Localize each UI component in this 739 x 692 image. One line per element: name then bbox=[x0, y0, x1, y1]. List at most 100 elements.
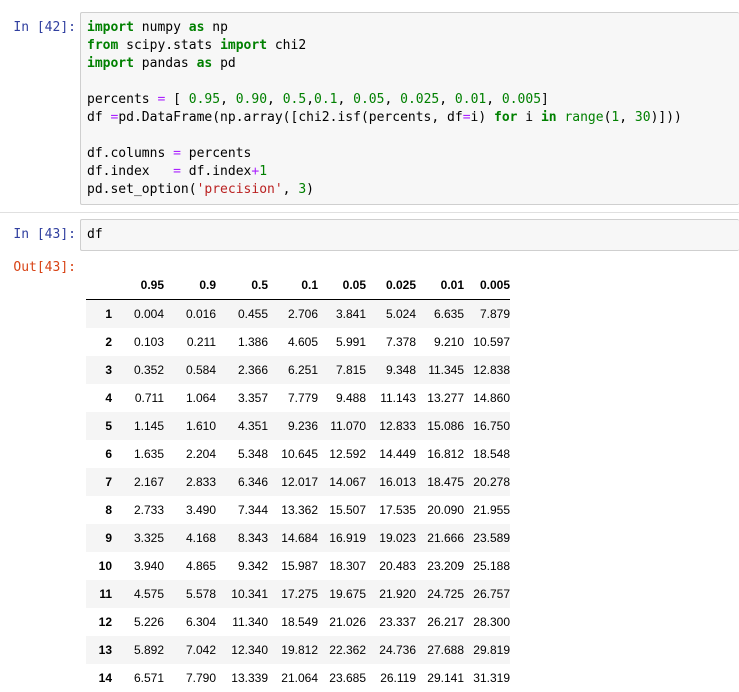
code-token: 0.95 bbox=[188, 92, 221, 107]
table-row: 12 5.226 6.304 11.340 18.549 21.026 23.337 26.2… bbox=[86, 608, 510, 636]
column-header: 0.01 bbox=[416, 270, 464, 300]
table-cell: 2.833 bbox=[185, 475, 216, 489]
row-index: 12 bbox=[98, 615, 112, 629]
table-cell: 10.341 bbox=[231, 587, 268, 601]
table-cell: 28.300 bbox=[473, 615, 510, 629]
code-token: 0.01 bbox=[454, 92, 487, 107]
cell-42-prompt: In [42]: bbox=[13, 20, 76, 35]
code-token: in bbox=[540, 110, 557, 125]
row-index: 13 bbox=[98, 643, 112, 657]
code-token: scipy.stats bbox=[118, 38, 221, 53]
table-cell: 7.344 bbox=[237, 503, 268, 517]
table-cell: 2.706 bbox=[287, 307, 318, 321]
table-row: 7 2.167 2.833 6.346 12.017 14.067 16.013 18.475… bbox=[86, 468, 510, 496]
code-token: , bbox=[337, 92, 354, 107]
table-cell: 14.684 bbox=[281, 531, 318, 545]
code-token: pd.set_option( bbox=[87, 182, 197, 197]
code-token: import bbox=[220, 38, 268, 53]
row-index: 9 bbox=[105, 531, 112, 545]
table-cell: 12.833 bbox=[379, 419, 416, 433]
table-cell: 6.346 bbox=[237, 475, 268, 489]
table-cell: 17.275 bbox=[281, 587, 318, 601]
table-cell: 11.143 bbox=[380, 391, 416, 405]
table-cell: 0.103 bbox=[133, 335, 164, 349]
code-token: np bbox=[204, 20, 228, 35]
code-token: 'precision' bbox=[196, 182, 283, 197]
table-row: 9 3.325 4.168 8.343 14.684 16.919 19.023 21.666… bbox=[86, 524, 510, 552]
table-cell: 11.070 bbox=[330, 419, 366, 433]
table-cell: 5.024 bbox=[385, 307, 416, 321]
cell-42-code-editor[interactable]: import numpy as np from scipy.stats impor… bbox=[80, 12, 739, 205]
code-token: , bbox=[619, 110, 635, 125]
code-token: = bbox=[173, 146, 181, 161]
table-cell: 11.340 bbox=[232, 615, 268, 629]
table-cell: 3.940 bbox=[133, 559, 164, 573]
cell-42-code-line bbox=[81, 73, 739, 91]
table-cell: 24.736 bbox=[379, 643, 416, 657]
code-token: range bbox=[564, 110, 604, 125]
code-token: 0.005 bbox=[501, 92, 542, 107]
code-token: , bbox=[384, 92, 401, 107]
table-cell: 10.597 bbox=[473, 335, 510, 349]
code-token: ) bbox=[306, 182, 314, 197]
table-cell: 5.578 bbox=[185, 587, 216, 601]
table-row: 4 0.711 1.064 3.357 7.779 9.488 11.143 13.277 14… bbox=[86, 384, 510, 412]
cell-43-prompt: In [43]: bbox=[13, 227, 76, 242]
table-row: 8 2.733 3.490 7.344 13.362 15.507 17.535 20.090… bbox=[86, 496, 510, 524]
column-header: 0.95 bbox=[112, 270, 164, 300]
cell-42-code-line: import numpy as np bbox=[81, 19, 739, 37]
code-token: 3 bbox=[298, 182, 307, 197]
table-cell: 0.584 bbox=[185, 363, 216, 377]
cell-42-code-line: percents = [ 0.95, 0.90, 0.5,0.1, 0.05, … bbox=[81, 91, 739, 109]
cell-42-code-line: from scipy.stats import chi2 bbox=[81, 37, 739, 55]
table-cell: 6.251 bbox=[287, 363, 318, 377]
table-cell: 18.475 bbox=[427, 475, 464, 489]
code-token: , bbox=[282, 182, 299, 197]
table-cell: 19.023 bbox=[379, 531, 416, 545]
table-cell: 12.340 bbox=[231, 643, 268, 657]
table-cell: 20.090 bbox=[427, 503, 464, 517]
table-cell: 22.362 bbox=[329, 643, 366, 657]
table-row: 11 4.575 5.578 10.341 17.275 19.675 21.920 24.7… bbox=[86, 580, 510, 608]
table-cell: 7.378 bbox=[385, 335, 416, 349]
table-cell: 21.920 bbox=[379, 587, 416, 601]
table-cell: 1.635 bbox=[133, 447, 164, 461]
table-cell: 16.919 bbox=[329, 531, 366, 545]
code-token: ] bbox=[541, 92, 549, 107]
table-cell: 18.548 bbox=[473, 447, 510, 461]
row-index: 1 bbox=[105, 307, 112, 321]
table-cell: 9.488 bbox=[335, 391, 366, 405]
table-cell: 27.688 bbox=[427, 643, 464, 657]
table-header-row: 0.95 0.9 0.5 0.1 0.05 0.025 0.01 0.005 bbox=[86, 270, 510, 300]
table-row: 14 6.571 7.790 13.339 21.064 23.685 26.119 29.1… bbox=[86, 664, 510, 692]
table-cell: 7.042 bbox=[185, 643, 216, 657]
row-index: 7 bbox=[105, 475, 112, 489]
code-token: )])) bbox=[650, 110, 682, 125]
row-index: 11 bbox=[99, 587, 112, 601]
code-token: df.columns bbox=[87, 146, 174, 161]
row-index: 2 bbox=[105, 335, 112, 349]
code-token: i bbox=[517, 110, 541, 125]
table-cell: 13.277 bbox=[427, 391, 464, 405]
cell-42-code-line: pd.set_option('precision', 3) bbox=[81, 181, 739, 199]
column-header: 0.9 bbox=[164, 270, 216, 300]
table-cell: 6.571 bbox=[133, 671, 164, 685]
table-row: 1 0.004 0.016 0.455 2.706 3.841 5.024 6.635 7.87… bbox=[86, 299, 510, 328]
table-cell: 7.815 bbox=[335, 363, 366, 377]
code-token: import bbox=[87, 20, 134, 35]
code-token: percents bbox=[180, 146, 252, 161]
table-cell: 5.991 bbox=[335, 335, 366, 349]
table-cell: 3.325 bbox=[133, 531, 164, 545]
table-cell: 23.589 bbox=[473, 531, 510, 545]
code-token: as bbox=[188, 20, 205, 35]
table-cell: 20.483 bbox=[379, 559, 416, 573]
table-cell: 0.352 bbox=[133, 363, 164, 377]
cell-43-code-line: df bbox=[81, 226, 739, 244]
table-cell: 15.987 bbox=[281, 559, 318, 573]
table-row: 2 0.103 0.211 1.386 4.605 5.991 7.378 9.210 10.5… bbox=[86, 328, 510, 356]
table-cell: 18.307 bbox=[329, 559, 366, 573]
table-cell: 16.013 bbox=[379, 475, 416, 489]
row-index: 4 bbox=[105, 391, 112, 405]
cell-42-code-line: df.index = df.index+1 bbox=[81, 163, 739, 181]
cell-43-code-editor[interactable]: df bbox=[80, 219, 739, 251]
